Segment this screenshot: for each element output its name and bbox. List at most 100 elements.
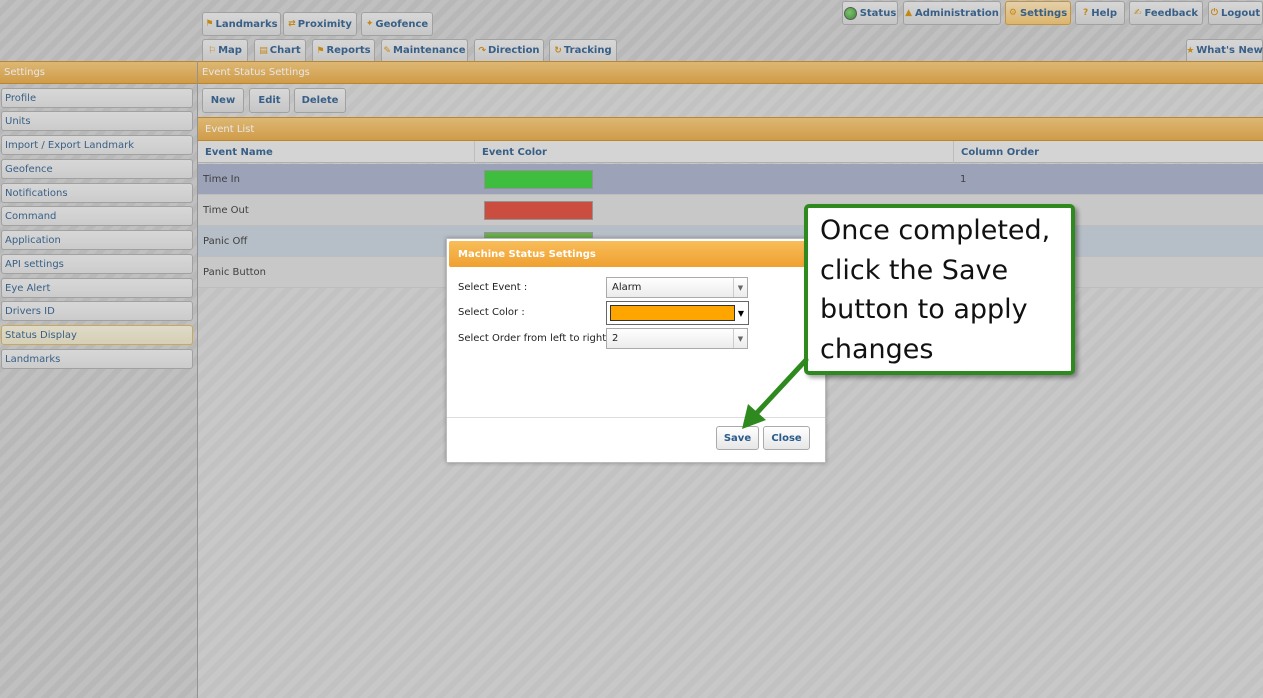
- tab-label: Tracking: [563, 45, 612, 56]
- help-button[interactable]: ? Help: [1075, 1, 1125, 25]
- event-list-title: Event List: [205, 123, 255, 135]
- sidebar-item-profile[interactable]: Profile: [1, 88, 193, 108]
- feedback-button[interactable]: ✍ Feedback: [1129, 1, 1203, 25]
- select-color-picker[interactable]: ▼: [606, 301, 749, 325]
- edit-button[interactable]: Edit: [249, 88, 290, 113]
- status-label: Status: [859, 7, 897, 19]
- settings-label: Settings: [1019, 7, 1068, 19]
- tab-tracking[interactable]: ↻ Tracking: [549, 39, 617, 61]
- help-icon: ?: [1083, 8, 1089, 18]
- settings-button[interactable]: ⚙ Settings: [1005, 1, 1071, 25]
- sidebar-item-label: Status Display: [5, 329, 77, 341]
- tab-label: Landmarks: [215, 18, 278, 30]
- save-label: Save: [723, 432, 752, 444]
- new-button[interactable]: New: [202, 88, 244, 113]
- dialog-title-text: Machine Status Settings: [458, 248, 596, 260]
- close-label: Close: [771, 432, 802, 444]
- tab-landmarks[interactable]: ⚑ Landmarks: [202, 12, 281, 36]
- sidebar-item-import-export-landmark[interactable]: Import / Export Landmark: [1, 135, 193, 155]
- status-button[interactable]: Status: [842, 1, 898, 25]
- event-color-swatch: [484, 201, 593, 220]
- sidebar-item-status-display[interactable]: Status Display: [1, 325, 193, 345]
- table-row[interactable]: Time Out: [198, 195, 1263, 226]
- tab-proximity[interactable]: ⇄ Proximity: [283, 12, 357, 36]
- dialog-divider: [447, 417, 825, 418]
- column-header-column-order[interactable]: Column Order: [954, 141, 1263, 163]
- tab-chart[interactable]: ▤ Chart: [254, 39, 306, 61]
- geofence-icon: ✦: [365, 19, 374, 29]
- save-button[interactable]: Save: [716, 426, 759, 450]
- sidebar-item-label: Import / Export Landmark: [5, 139, 134, 151]
- select-order-dropdown[interactable]: 2 ▼: [606, 328, 748, 349]
- tab-geofence[interactable]: ✦ Geofence: [361, 12, 433, 36]
- sidebar-item-label: Eye Alert: [5, 282, 51, 294]
- logout-button[interactable]: ⏻ Logout: [1208, 1, 1263, 25]
- tab-map[interactable]: ⚐ Map: [202, 39, 248, 61]
- table-row[interactable]: Time In 1: [198, 164, 1263, 195]
- logout-icon: ⏻: [1210, 8, 1218, 18]
- sidebar-item-label: Geofence: [5, 163, 53, 175]
- select-order-label: Select Order from left to right :: [458, 333, 613, 344]
- sidebar-item-units[interactable]: Units: [1, 111, 193, 131]
- selected-color-swatch: [610, 305, 735, 321]
- feedback-icon: ✍: [1133, 8, 1142, 18]
- sidebar-title: Settings: [4, 67, 46, 78]
- sidebar-item-label: Profile: [5, 92, 37, 104]
- whats-new-label: What's New: [1196, 45, 1263, 56]
- tab-direction[interactable]: ↷ Direction: [474, 39, 544, 61]
- sidebar-item-geofence[interactable]: Geofence: [1, 159, 193, 179]
- event-name-cell: Panic Off: [203, 235, 248, 247]
- tab-label: Geofence: [375, 18, 429, 30]
- sidebar-item-eye-alert[interactable]: Eye Alert: [1, 278, 193, 298]
- whats-new-button[interactable]: ★ What's New: [1186, 39, 1263, 61]
- status-indicator-icon: [843, 6, 857, 20]
- machine-status-dialog: Machine Status Settings Select Event : A…: [446, 238, 826, 463]
- reports-icon: ⚑: [316, 45, 325, 56]
- tab-maintenance[interactable]: ✎ Maintenance: [381, 39, 468, 61]
- select-order-value: 2: [612, 333, 619, 344]
- chevron-down-icon: ▼: [733, 278, 747, 297]
- sidebar-item-landmarks[interactable]: Landmarks: [1, 349, 193, 369]
- tab-label: Maintenance: [393, 45, 466, 56]
- sidebar-item-label: Application: [5, 234, 61, 246]
- sidebar-item-label: Command: [5, 210, 57, 222]
- administration-icon: ▲: [905, 8, 912, 18]
- main-header: Event Status Settings: [198, 61, 1263, 84]
- maintenance-icon: ✎: [383, 45, 392, 56]
- logout-label: Logout: [1220, 7, 1261, 19]
- select-event-dropdown[interactable]: Alarm ▼: [606, 277, 748, 298]
- administration-button[interactable]: ▲ Administration: [903, 1, 1001, 25]
- tab-reports[interactable]: ⚑ Reports: [312, 39, 375, 61]
- column-order-cell: 1: [960, 173, 967, 185]
- tab-label: Map: [218, 45, 242, 56]
- column-label: Column Order: [961, 146, 1040, 158]
- edit-label: Edit: [258, 95, 281, 106]
- sidebar-item-api-settings[interactable]: API settings: [1, 254, 193, 274]
- column-header-event-name[interactable]: Event Name: [198, 141, 475, 163]
- sidebar-item-notifications[interactable]: Notifications: [1, 183, 193, 203]
- close-button[interactable]: Close: [763, 426, 810, 450]
- tracking-icon: ↻: [554, 45, 562, 56]
- event-name-cell: Time In: [203, 173, 240, 185]
- dialog-title: Machine Status Settings: [449, 241, 823, 267]
- gear-icon: ⚙: [1008, 8, 1017, 18]
- event-color-swatch: [484, 170, 593, 189]
- sidebar-item-command[interactable]: Command: [1, 206, 193, 226]
- event-name-cell: Panic Button: [203, 266, 266, 278]
- sidebar-item-label: API settings: [5, 258, 64, 270]
- map-icon: ⚐: [208, 45, 217, 56]
- grid-header: Event Name Event Color Column Order: [198, 141, 1263, 163]
- sidebar-item-drivers-id[interactable]: Drivers ID: [1, 301, 193, 321]
- sidebar-item-application[interactable]: Application: [1, 230, 193, 250]
- column-label: Event Color: [482, 146, 547, 158]
- tab-label: Reports: [326, 45, 371, 56]
- sidebar-item-label: Units: [5, 115, 31, 127]
- help-label: Help: [1091, 7, 1117, 19]
- feedback-label: Feedback: [1144, 7, 1199, 19]
- event-list-header: Event List: [198, 117, 1263, 141]
- direction-icon: ↷: [478, 45, 486, 56]
- proximity-icon: ⇄: [288, 19, 296, 29]
- column-label: Event Name: [205, 146, 273, 158]
- column-header-event-color[interactable]: Event Color: [475, 141, 954, 163]
- delete-button[interactable]: Delete: [294, 88, 346, 113]
